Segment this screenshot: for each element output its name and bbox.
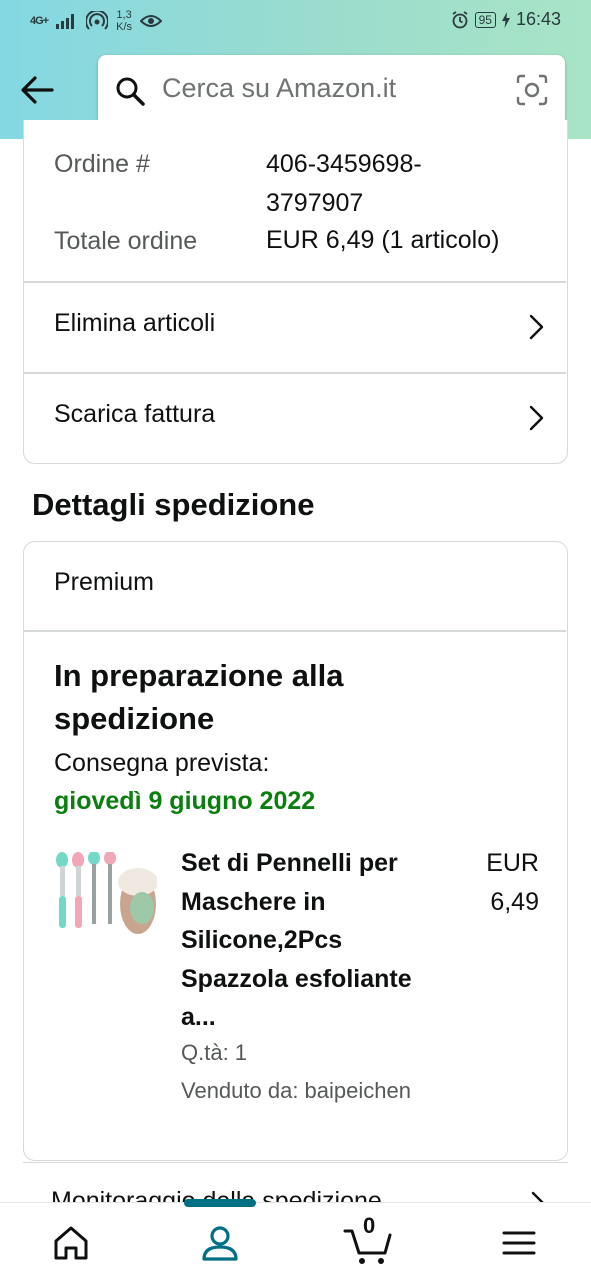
product-thumbnail[interactable]: [54, 851, 158, 947]
product-image: [54, 851, 158, 947]
status-bar: 4G+ 1,3 K/s 95 16:43: [0, 0, 591, 40]
nav-menu[interactable]: [497, 1221, 541, 1265]
delete-items-row[interactable]: Elimina articoli: [24, 282, 566, 372]
shipment-card: Premium In preparazione alla spedizione …: [23, 541, 568, 1161]
search-input[interactable]: Cerca su Amazon.it: [98, 55, 565, 126]
alarm-icon: [452, 10, 468, 28]
hamburger-menu-icon: [502, 1231, 536, 1255]
network-indicator: 4G+: [30, 15, 49, 27]
shipping-service: Premium: [54, 568, 155, 596]
chevron-right-icon: [529, 314, 544, 340]
search-placeholder: Cerca su Amazon.it: [162, 73, 397, 103]
cart-count: 0: [363, 1213, 376, 1238]
chevron-right-icon: [529, 405, 544, 431]
battery-level: 95: [474, 11, 496, 28]
section-title: Dettagli spedizione: [32, 487, 315, 522]
charging-icon: [501, 11, 510, 28]
arrow-left-icon: [21, 76, 54, 104]
product-title[interactable]: Set di Pennelli per Maschere in Silicone…: [181, 844, 431, 1037]
product-price: EUR 6,49: [486, 849, 539, 916]
home-icon: [54, 1226, 88, 1260]
order-total-label: Totale ordine: [54, 227, 198, 255]
order-number-value: 406-3459698- 3797907: [266, 150, 422, 217]
search-icon: [116, 77, 145, 106]
hotspot-icon: [86, 11, 109, 30]
download-invoice-label: Scarica fattura: [54, 400, 216, 428]
user-icon: [202, 1226, 238, 1261]
tracking-row[interactable]: Monitoraggio della spedizione: [23, 1162, 568, 1202]
order-total-value: EUR 6,49 (1 articolo): [266, 226, 500, 254]
chevron-right-icon: [531, 1191, 544, 1202]
bottom-nav: 0: [0, 1199, 591, 1280]
eta-date: giovedì 9 giugno 2022: [54, 787, 316, 815]
product-seller: Venduto da: baipeichen: [181, 1078, 411, 1103]
nav-home[interactable]: [49, 1221, 93, 1265]
signal-icon: [56, 14, 75, 29]
eye-icon: [140, 15, 163, 27]
download-invoice-row[interactable]: Scarica fattura: [24, 373, 566, 463]
eta-label: Consegna prevista:: [54, 749, 270, 777]
app-header: 4G+ 1,3 K/s 95 16:43 Cerca su Amazon.it: [0, 0, 591, 139]
delete-items-label: Elimina articoli: [54, 309, 216, 337]
active-tab-indicator: [184, 1199, 256, 1207]
back-button[interactable]: [18, 70, 58, 110]
clock: 16:43: [515, 9, 561, 29]
nav-account[interactable]: [198, 1221, 242, 1265]
camera-scan-icon[interactable]: [516, 74, 548, 106]
product-quantity: Q.tà: 1: [181, 1040, 248, 1065]
order-summary-card: Ordine # 406-3459698- 3797907 Totale ord…: [23, 120, 568, 464]
nav-cart[interactable]: 0: [343, 1213, 395, 1265]
shipment-status: In preparazione alla spedizione: [54, 658, 344, 736]
network-speed: 1,3 K/s: [116, 9, 133, 33]
divider: [24, 630, 566, 632]
order-number-label: Ordine #: [54, 150, 150, 178]
